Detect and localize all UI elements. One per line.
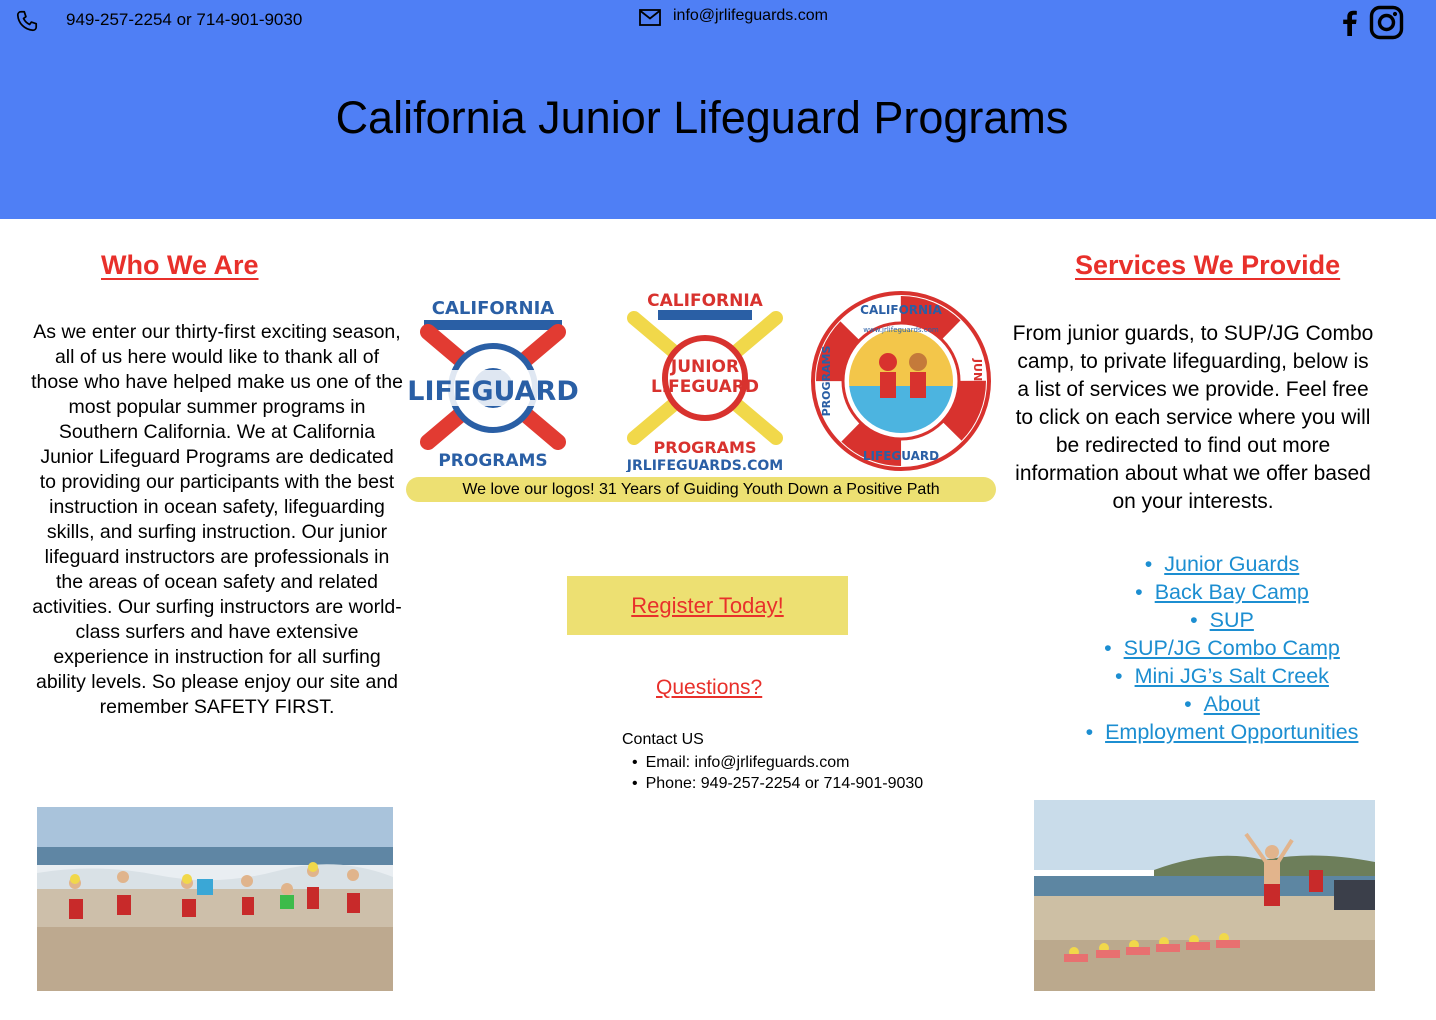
- service-link-sup-jg-combo[interactable]: SUP/JG Combo Camp: [1124, 636, 1340, 660]
- logo2-line1-text: JUNIOR: [670, 357, 739, 377]
- list-item: • SUP/JG Combo Camp: [1104, 636, 1340, 660]
- list-item: • About: [1184, 692, 1260, 716]
- logo1-top-text: CALIFORNIA: [432, 298, 555, 319]
- mail-icon: [639, 9, 661, 26]
- site-header: 949-257-2254 or 714-901-9030 info@jrlife…: [0, 0, 1436, 219]
- logo1-middle-text: LIFEGUARD: [408, 376, 578, 407]
- service-link-mini-jgs[interactable]: Mini JG’s Salt Creek: [1135, 664, 1329, 688]
- list-item: • Back Bay Camp: [1135, 580, 1309, 604]
- logo2-bottom-text: PROGRAMS: [654, 438, 757, 457]
- register-button[interactable]: Register Today!: [567, 576, 848, 635]
- site-title: California Junior Lifeguard Programs: [335, 92, 1069, 143]
- facebook-icon[interactable]: [1336, 8, 1364, 36]
- list-item: • Employment Opportunities: [1085, 720, 1359, 744]
- contact-title: Contact US: [622, 731, 704, 748]
- service-link-about[interactable]: About: [1204, 692, 1260, 716]
- contact-list: Email: info@jrlifeguards.com Phone: 949-…: [632, 752, 924, 794]
- logo3-ring-inner: www.jrlifeguards.com: [863, 326, 939, 334]
- services-text: From junior guards, to SUP/JG Combo camp…: [1012, 322, 1374, 513]
- contact-email[interactable]: Email: info@jrlifeguards.com: [632, 752, 923, 773]
- who-we-are-heading[interactable]: Who We Are: [101, 250, 259, 281]
- contact-phone[interactable]: Phone: 949-257-2254 or 714-901-9030: [632, 773, 924, 794]
- list-item: • SUP: [1190, 608, 1254, 632]
- beach-photo-runners: [37, 807, 393, 991]
- list-item: • Junior Guards: [1144, 552, 1300, 576]
- who-we-are-text: As we enter our thirty-first exciting se…: [31, 321, 403, 718]
- beach-photo-instructor: [1034, 800, 1375, 991]
- questions-heading[interactable]: Questions?: [656, 676, 762, 700]
- junior-lifeguard-ring-logo: CALIFORNIA LIFEGUARD PROGRAMS JUNIOR www…: [811, 291, 991, 471]
- phone-icon: [16, 10, 38, 32]
- lifeguard-programs-logo: CALIFORNIA LIFEGUARD PROGRAMS: [408, 298, 578, 470]
- logo2-line2-text: LIFEGUARD: [651, 377, 759, 397]
- logo3-ring-bottom: LIFEGUARD: [863, 449, 939, 463]
- header-email[interactable]: info@jrlifeguards.com: [673, 7, 828, 25]
- service-link-employment[interactable]: Employment Opportunities: [1105, 720, 1358, 744]
- logo3-ring-left: PROGRAMS: [820, 346, 833, 417]
- services-heading[interactable]: Services We Provide: [1075, 250, 1340, 281]
- logo1-bottom-text: PROGRAMS: [438, 451, 547, 470]
- logo3-ring-right: JUNIOR: [971, 358, 984, 404]
- logo2-top-text: CALIFORNIA: [647, 291, 763, 311]
- services-list: • Junior Guards • Back Bay Camp • SUP • SUP/…: [1068, 550, 1376, 746]
- instagram-icon[interactable]: [1369, 5, 1404, 40]
- list-item: • Mini JG’s Salt Creek: [1115, 664, 1329, 688]
- service-link-back-bay-camp[interactable]: Back Bay Camp: [1155, 580, 1309, 604]
- service-link-junior-guards[interactable]: Junior Guards: [1164, 552, 1299, 576]
- logo-caption: We love our logos! 31 Years of Guiding Y…: [406, 477, 996, 502]
- logo2-url-text: JRLIFEGUARDS.COM: [626, 458, 783, 472]
- service-link-sup[interactable]: SUP: [1210, 608, 1254, 632]
- junior-lifeguard-programs-logo: CALIFORNIA JUNIOR LIFEGUARD PROGRAMS JRL…: [626, 291, 783, 472]
- header-phone[interactable]: 949-257-2254 or 714-901-9030: [66, 10, 302, 30]
- logo3-ring-top: CALIFORNIA: [860, 303, 942, 317]
